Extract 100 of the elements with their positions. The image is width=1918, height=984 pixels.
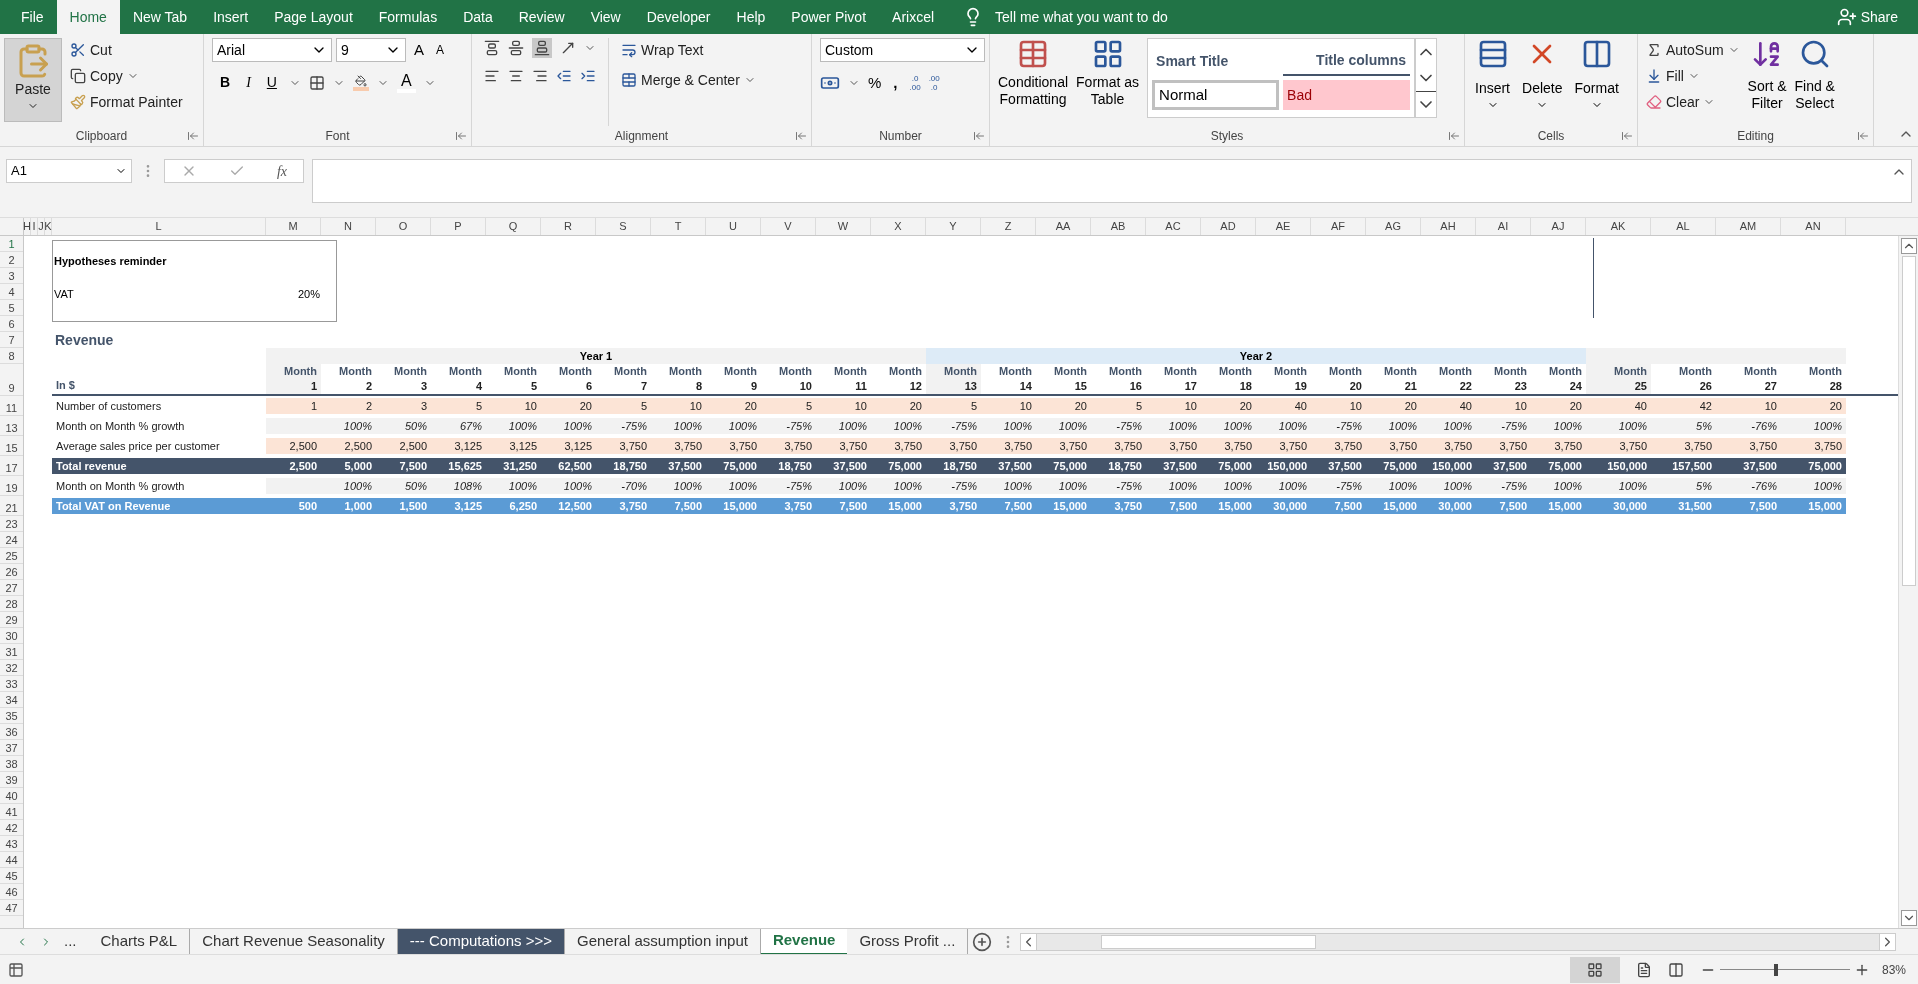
fill-button[interactable]: Fill [1642,64,1744,88]
sort-filter-button[interactable]: Sort & Filter [1743,38,1791,126]
percent-button[interactable]: % [868,72,882,95]
cells-button[interactable]: Insert [1469,38,1516,126]
cell-style-option[interactable]: Title columns [1283,46,1411,76]
zoom-slider[interactable] [1719,962,1850,977]
normal-view-button[interactable] [1569,956,1620,983]
decrease-indent-icon[interactable] [556,68,572,84]
formula-input[interactable] [312,159,1912,203]
row-label: Total revenue [52,458,266,474]
cell-style-option[interactable]: Bad [1283,80,1411,110]
table-cell: 5% [1651,418,1716,434]
table-cell: 7,500 [1476,498,1531,514]
align-bottom-icon[interactable] [532,38,552,58]
vertical-scrollbar-thumb[interactable] [1901,256,1916,586]
scroll-right-icon[interactable] [1879,933,1895,950]
page-layout-view-icon[interactable] [1635,961,1652,978]
clear-button[interactable]: Clear [1642,90,1744,114]
more-sheets-button[interactable]: ... [52,928,89,955]
table-cell: 42 [1651,398,1716,414]
dialog-launcher-icon[interactable] [187,130,199,142]
table-cell: 20 [1366,398,1421,414]
add-sheet-icon[interactable] [972,931,993,952]
fill-color-icon[interactable] [352,74,369,91]
align-top-icon[interactable] [484,40,500,56]
underline-button[interactable]: U [262,72,281,93]
ribbon-tab[interactable]: Formulas [365,0,451,34]
paste-button[interactable]: Paste [4,38,62,122]
format-painter-button[interactable]: Format Painter [66,90,187,114]
ribbon-tab[interactable]: Power Pivot [778,0,880,34]
scroll-down-icon[interactable] [1900,910,1917,926]
copy-button[interactable]: Copy [66,64,187,88]
increase-font-size-button[interactable]: A [410,38,428,62]
bold-button[interactable]: B [216,72,235,93]
ribbon-tab[interactable]: Data [450,0,506,34]
cells-button[interactable]: Delete [1516,38,1569,126]
number-format-dropdown[interactable]: Custom [820,38,985,62]
column-header: Y [949,221,957,232]
ribbon-tab[interactable]: Developer [633,0,724,34]
comma-button[interactable]: , [889,72,902,95]
orientation-icon[interactable] [560,40,576,56]
name-box[interactable]: A1 [6,159,132,183]
table-cell: -75% [1476,418,1531,434]
ribbon-tab[interactable]: File [8,0,57,34]
ribbon-tab[interactable]: Page Layout [261,0,366,34]
month-header: Month 28 [1808,364,1843,394]
decrease-font-size-button[interactable]: A [432,41,449,59]
page-break-view-icon[interactable] [1667,961,1684,978]
ribbon-tab[interactable]: Insert [200,0,262,34]
month-header: Month 19 [1273,364,1308,394]
ribbon-tab[interactable]: View [577,0,634,34]
table-cell: 75,000 [1531,458,1586,474]
dialog-launcher-icon[interactable] [973,130,985,142]
ribbon-tab[interactable]: Home [56,0,120,34]
insert-function-button[interactable]: fx [276,160,287,182]
increase-decimal-button[interactable]: .0 .00 [909,74,921,93]
dialog-launcher-icon[interactable] [455,130,467,142]
cut-button[interactable]: Cut [66,38,187,62]
increase-indent-icon[interactable] [580,68,596,84]
merge-center-button[interactable]: Merge & Center [617,68,760,92]
italic-button[interactable]: I [242,72,255,93]
align-center-icon[interactable] [508,68,524,84]
autosum-button[interactable]: AutoSum [1642,38,1744,62]
cell-style-option[interactable]: Normal [1152,80,1280,110]
font-name-dropdown[interactable]: Arial [212,38,332,62]
dialog-launcher-icon[interactable] [1621,130,1633,142]
align-middle-icon[interactable] [508,40,524,56]
format-as-table-button[interactable]: Format as Table [1072,38,1144,126]
zoom-level[interactable]: 83% [1881,960,1906,979]
wrap-text-button[interactable]: Wrap Text [617,38,760,62]
font-color-button[interactable]: A [396,72,416,93]
table-cell: 100% [321,418,376,434]
cells-button[interactable]: Format [1568,38,1625,126]
conditional-formatting-button[interactable]: Conditional Formatting [994,38,1073,126]
table-cell: 100% [321,478,376,494]
decrease-decimal-button[interactable]: .00 .0 [928,74,940,93]
ribbon-tab[interactable]: New Tab [119,0,201,34]
ribbon-tab[interactable]: Arixcel [879,0,948,34]
cell-style-option[interactable]: Smart Title [1152,46,1280,76]
table-cell: 100% [1201,418,1256,434]
dialog-launcher-icon[interactable] [1857,130,1869,142]
table-cell: 100% [1586,478,1651,494]
scroll-left-icon[interactable] [1021,933,1038,950]
sheet-tab[interactable]: Revenue [760,928,848,955]
ribbon-tab[interactable]: Review [505,0,578,34]
ribbon-tab[interactable]: Help [723,0,779,34]
sheet-tab[interactable]: --- Computations >>> [397,928,565,955]
dialog-launcher-icon[interactable] [795,130,807,142]
find-select-button[interactable]: Find & Select [1790,38,1839,126]
font-size-dropdown[interactable]: 9 [336,38,406,62]
tell-me-search[interactable]: Tell me what you want to do [995,6,1168,28]
borders-icon[interactable] [308,74,325,91]
table-cell: 100% [1146,478,1201,494]
dialog-launcher-icon[interactable] [1448,130,1460,142]
scroll-up-icon[interactable] [1900,238,1917,254]
align-left-icon[interactable] [484,68,500,84]
horizontal-scrollbar-thumb[interactable] [1101,934,1317,949]
align-right-icon[interactable] [532,68,548,84]
share-button[interactable]: Share [1836,0,1918,34]
table-cell: 67% [431,418,486,434]
